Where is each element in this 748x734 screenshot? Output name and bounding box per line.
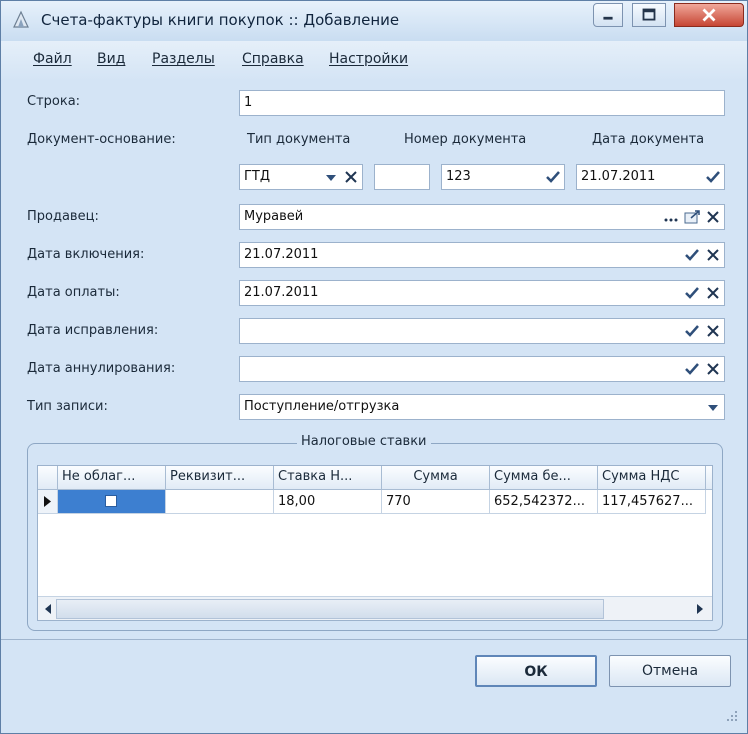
- clear-icon[interactable]: [704, 322, 722, 340]
- menu-settings[interactable]: Настройки: [329, 51, 408, 67]
- doc-date-header: Дата документа: [592, 132, 705, 147]
- doc-number-header: Номер документа: [404, 132, 527, 147]
- app-icon: [11, 10, 31, 30]
- doc-number-input[interactable]: 123: [441, 164, 565, 190]
- doc-date-value: 21.07.2011: [581, 169, 656, 184]
- minimize-button[interactable]: [593, 3, 623, 27]
- column-header-filler: [706, 466, 712, 490]
- menu-view[interactable]: Вид: [97, 51, 125, 67]
- tax-rates-group-title: Налоговые ставки: [297, 434, 431, 449]
- doc-type-select[interactable]: ГТД: [239, 164, 363, 190]
- menu-sections[interactable]: Разделы: [152, 51, 215, 67]
- record-type-value: Поступление/отгрузка: [244, 399, 400, 414]
- cell-sum[interactable]: 770: [382, 490, 490, 514]
- dropdown-arrow-icon[interactable]: [322, 168, 340, 186]
- menu-file[interactable]: Файл: [33, 51, 72, 67]
- cancel-button[interactable]: Отмена: [609, 655, 731, 687]
- cell-not-taxed[interactable]: [58, 490, 166, 514]
- window-title: Счета-фактуры книги покупок :: Добавлени…: [41, 11, 400, 29]
- row-number-input[interactable]: 1: [239, 90, 725, 116]
- clear-icon[interactable]: [704, 208, 722, 226]
- doc-date-input[interactable]: 21.07.2011: [576, 164, 725, 190]
- check-icon[interactable]: [683, 360, 701, 378]
- payment-date-value: 21.07.2011: [244, 285, 319, 300]
- column-header-sum-without-vat[interactable]: Сумма бе...: [490, 466, 598, 490]
- inclusion-date-label: Дата включения:: [27, 247, 145, 262]
- column-header-sum[interactable]: Сумма: [382, 466, 490, 490]
- menu-help[interactable]: Справка: [242, 51, 304, 67]
- resize-grip-icon[interactable]: [721, 707, 741, 731]
- cell-sum-without-vat[interactable]: 652,542372...: [490, 490, 598, 514]
- cell-vat-sum[interactable]: 117,457627...: [598, 490, 706, 514]
- clear-icon[interactable]: [704, 246, 722, 264]
- seller-input[interactable]: Муравей: [239, 204, 725, 230]
- column-header-vat-sum[interactable]: Сумма НДС: [598, 466, 706, 490]
- ok-button[interactable]: ОК: [475, 655, 597, 687]
- record-type-label: Тип записи:: [27, 399, 108, 414]
- scroll-right-icon[interactable]: [694, 602, 706, 620]
- doc-type-header: Тип документа: [247, 132, 351, 147]
- dropdown-arrow-icon[interactable]: [704, 398, 722, 416]
- row-pointer-icon: [44, 496, 51, 507]
- close-button[interactable]: [674, 3, 744, 27]
- cell-rate[interactable]: 18,00: [274, 490, 382, 514]
- correction-date-label: Дата исправления:: [27, 323, 159, 338]
- annulment-date-input[interactable]: [239, 356, 725, 382]
- doc-number-value: 123: [446, 169, 471, 184]
- payment-date-label: Дата оплаты:: [27, 285, 120, 300]
- inclusion-date-value: 21.07.2011: [244, 247, 319, 262]
- row-label: Строка:: [27, 94, 81, 109]
- clear-icon[interactable]: [342, 168, 360, 186]
- payment-date-input[interactable]: 21.07.2011: [239, 280, 725, 306]
- minimize-icon: [603, 16, 613, 20]
- check-icon[interactable]: [704, 168, 722, 186]
- check-icon[interactable]: [683, 322, 701, 340]
- seller-label: Продавец:: [27, 209, 99, 224]
- check-icon[interactable]: [683, 284, 701, 302]
- close-icon: [702, 8, 716, 22]
- open-card-icon[interactable]: [683, 208, 701, 226]
- maximize-icon: [642, 8, 656, 21]
- maximize-button[interactable]: [632, 3, 666, 27]
- ellipsis-icon[interactable]: [662, 208, 680, 226]
- scrollbar-thumb[interactable]: [56, 599, 604, 619]
- row-number-value: 1: [244, 95, 253, 110]
- basis-label: Документ-основание:: [27, 132, 176, 147]
- check-icon[interactable]: [544, 168, 562, 186]
- not-taxed-checkbox[interactable]: [105, 495, 117, 507]
- column-header-rate[interactable]: Ставка Н...: [274, 466, 382, 490]
- tax-rates-table[interactable]: Не облаг... Реквизит... Ставка Н... Сумм…: [37, 465, 713, 621]
- row-selector[interactable]: [38, 490, 58, 514]
- inclusion-date-input[interactable]: 21.07.2011: [239, 242, 725, 268]
- record-type-select[interactable]: Поступление/отгрузка: [239, 394, 725, 420]
- clear-icon[interactable]: [704, 284, 722, 302]
- check-icon[interactable]: [683, 246, 701, 264]
- horizontal-scrollbar[interactable]: [38, 596, 712, 620]
- clear-icon[interactable]: [704, 360, 722, 378]
- correction-date-input[interactable]: [239, 318, 725, 344]
- row-header-corner: [38, 466, 58, 490]
- cell-requisite[interactable]: [166, 490, 274, 514]
- seller-value: Муравей: [244, 209, 304, 224]
- separator: [1, 639, 747, 640]
- title-bar[interactable]: Счета-фактуры книги покупок :: Добавлени…: [1, 1, 747, 41]
- column-header-requisite[interactable]: Реквизит...: [166, 466, 274, 490]
- scroll-left-icon[interactable]: [42, 602, 54, 620]
- menu-bar: Файл Вид Разделы Справка Настройки: [1, 41, 747, 81]
- column-header-not-taxed[interactable]: Не облаг...: [58, 466, 166, 490]
- doc-type-value: ГТД: [244, 169, 271, 184]
- annulment-date-label: Дата аннулирования:: [27, 361, 176, 376]
- doc-number-prefix-input[interactable]: [374, 164, 430, 190]
- dialog-window: Счета-фактуры книги покупок :: Добавлени…: [0, 0, 748, 734]
